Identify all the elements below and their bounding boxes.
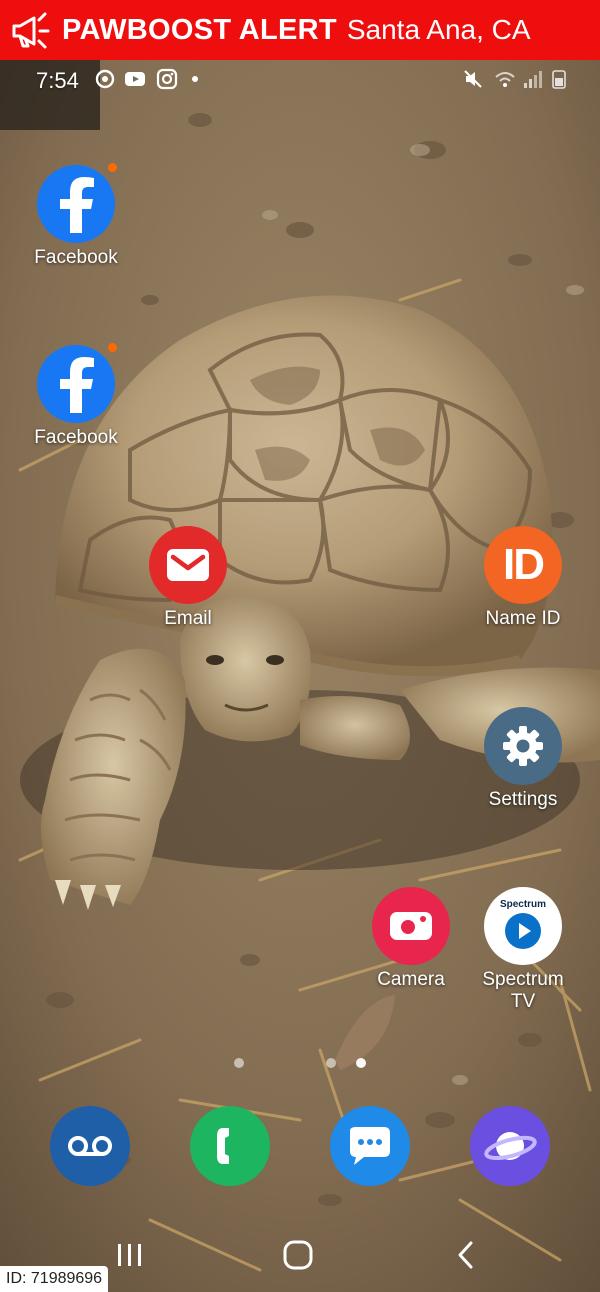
youtube-icon [125,72,145,86]
banner-title: PAWBOOST ALERT [62,13,337,46]
phone-icon[interactable] [190,1106,270,1186]
app-label: Spectrum TV [482,969,564,1012]
banner-location: Santa Ana, CA [346,14,531,45]
app-facebook-1[interactable]: Facebook [21,163,131,269]
recent-apps-icon [118,1244,141,1266]
instagram-icon [156,68,178,90]
app-label: Email [164,608,212,629]
home-button[interactable] [268,1235,328,1275]
gear-icon[interactable] [484,707,562,785]
app-email[interactable]: Email [133,526,243,630]
name-id-icon[interactable]: ID [484,526,562,604]
pawboost-alert-banner: PAWBOOST ALERT Santa Ana, CA [0,0,600,60]
email-icon[interactable] [149,526,227,604]
spectrum-logo-text: Spectrum [499,898,547,910]
message-icon[interactable] [330,1106,410,1186]
more-notifications-dot-icon [192,76,198,82]
facebook-icon[interactable] [37,163,117,243]
app-label: Facebook [34,427,118,448]
battery-icon [552,70,566,89]
facebook-icon[interactable] [37,343,117,423]
app-label: Settings [488,789,558,810]
app-label: Facebook [34,247,118,268]
camera-icon[interactable] [372,887,450,965]
app-name-id[interactable]: ID Name ID [468,526,578,630]
back-button[interactable] [436,1235,496,1275]
app-label: Camera [377,969,445,990]
wifi-icon [495,72,515,87]
app-spectrum-tv[interactable]: Spectrum Spectrum TV [468,887,578,1013]
page-dot [234,1058,244,1068]
page-dot-active [356,1058,366,1068]
notification-dot [108,163,117,172]
app-settings[interactable]: Settings [468,707,578,811]
voicemail-icon[interactable] [50,1106,130,1186]
back-icon [458,1241,473,1269]
page-dot [326,1058,336,1068]
spectrum-tv-icon[interactable]: Spectrum [484,887,562,965]
megaphone-icon [12,12,50,49]
notification-dot [108,343,117,352]
app-label: Name ID [485,608,561,629]
sync-icon [95,69,115,89]
app-camera[interactable]: Camera [356,887,466,991]
app-facebook-2[interactable]: Facebook [21,343,131,449]
listing-id: ID: 71989696 [0,1266,109,1292]
home-icon [283,1240,313,1270]
recent-apps-button[interactable] [100,1235,160,1275]
status-bar: 7:54 [0,60,600,100]
signal-icon [524,71,542,88]
planet-icon[interactable] [470,1106,550,1186]
page-indicator [0,1058,600,1070]
status-time: 7:54 [36,68,79,93]
mute-icon [464,70,482,88]
